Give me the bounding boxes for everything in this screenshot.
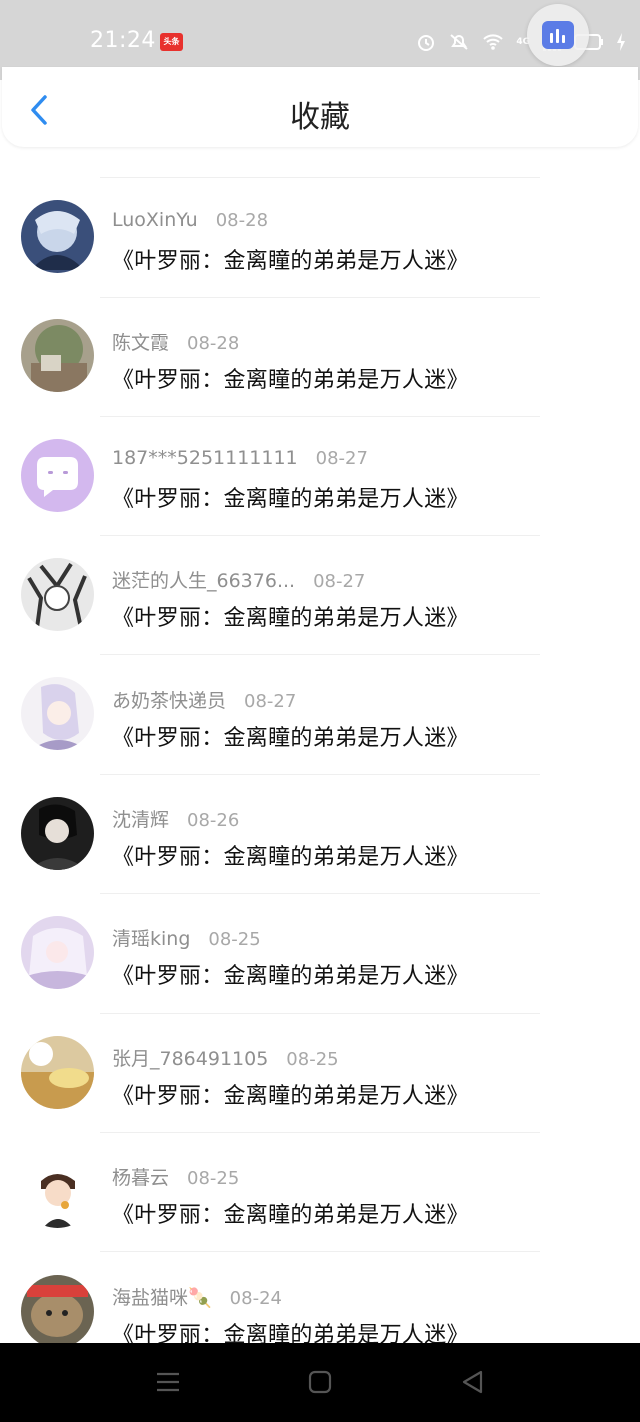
menu-button[interactable]	[154, 1369, 182, 1395]
date: 08-28	[215, 210, 269, 231]
date: 08-27	[313, 571, 366, 592]
avatar	[21, 319, 94, 392]
username: 187***5251111111	[112, 447, 298, 469]
book-title[interactable]: 《叶罗丽：金离瞳的弟弟是万人迷》	[112, 720, 469, 752]
book-title[interactable]: 《叶罗丽：金离瞳的弟弟是万人迷》	[112, 600, 469, 632]
list-item[interactable]: 杨暮云 08-25 《叶罗丽：金离瞳的弟弟是万人迷》	[0, 1133, 640, 1252]
book-title[interactable]: 《叶罗丽：金离瞳的弟弟是万人迷》	[112, 362, 469, 394]
date: 08-27	[315, 448, 368, 469]
username: 杨暮云	[112, 1167, 170, 1189]
book-title[interactable]: 《叶罗丽：金离瞳的弟弟是万人迷》	[112, 958, 469, 990]
back-triangle-icon	[462, 1370, 483, 1394]
book-title[interactable]: 《叶罗丽：金离瞳的弟弟是万人迷》	[112, 481, 469, 513]
avatar	[21, 1036, 94, 1109]
wifi-icon	[483, 34, 504, 50]
list-item[interactable]: 沈清辉 08-26 《叶罗丽：金离瞳的弟弟是万人迷》	[0, 775, 640, 894]
book-title[interactable]: 《叶罗丽：金离瞳的弟弟是万人迷》	[112, 1078, 469, 1110]
username: 清瑶king	[112, 928, 191, 950]
floating-assistant-button[interactable]	[527, 4, 589, 66]
avatar	[21, 916, 94, 989]
status-icons: 4G	[416, 28, 626, 56]
avatar	[21, 558, 94, 631]
username: 沈清辉	[112, 809, 170, 831]
favorites-list: LuoXinYu 08-28 《叶罗丽：金离瞳的弟弟是万人迷》 陈文霞 08-28 …	[0, 147, 640, 1343]
avatar	[21, 797, 94, 870]
list-item[interactable]: 陈文霞 08-28 《叶罗丽：金离瞳的弟弟是万人迷》	[0, 298, 640, 417]
status-time: 21:24	[90, 28, 156, 53]
date: 08-25	[286, 1049, 339, 1070]
charging-icon	[617, 33, 625, 51]
username: あ奶茶快递员	[112, 690, 227, 712]
header: 收藏	[2, 67, 638, 147]
list-item[interactable]: 迷茫的人生_66376... 08-27 《叶罗丽：金离瞳的弟弟是万人迷》	[0, 536, 640, 655]
alarm-icon	[418, 35, 435, 51]
mute-icon	[450, 34, 469, 50]
username: 迷茫的人生_66376...	[112, 570, 296, 592]
system-navigation-bar	[0, 1343, 640, 1422]
avatar	[21, 677, 94, 750]
username: 海盐猫咪🍡	[112, 1287, 212, 1309]
avatar	[21, 1155, 94, 1228]
username: 陈文霞	[112, 332, 170, 354]
date: 08-26	[187, 810, 240, 831]
book-title[interactable]: 《叶罗丽：金离瞳的弟弟是万人迷》	[112, 839, 469, 871]
list-item[interactable]: 张月_786491105 08-25 《叶罗丽：金离瞳的弟弟是万人迷》	[0, 1014, 640, 1133]
list-item[interactable]: LuoXinYu 08-28 《叶罗丽：金离瞳的弟弟是万人迷》	[0, 179, 640, 298]
menu-icon	[157, 1372, 179, 1392]
date: 08-27	[244, 691, 297, 712]
date: 08-24	[229, 1288, 282, 1309]
username: LuoXinYu	[112, 209, 198, 231]
system-back-button[interactable]	[459, 1369, 487, 1395]
list-item[interactable]: 187***5251111111 08-27 《叶罗丽：金离瞳的弟弟是万人迷》	[0, 417, 640, 536]
notification-badge: 头条	[160, 33, 183, 51]
home-button[interactable]	[306, 1369, 334, 1395]
avatar	[21, 200, 94, 273]
date: 08-25	[187, 1168, 240, 1189]
book-title[interactable]: 《叶罗丽：金离瞳的弟弟是万人迷》	[112, 1197, 469, 1229]
avatar	[21, 439, 94, 512]
book-title[interactable]: 《叶罗丽：金离瞳的弟弟是万人迷》	[112, 1317, 469, 1343]
home-icon	[308, 1370, 332, 1394]
list-item[interactable]: あ奶茶快递员 08-27 《叶罗丽：金离瞳的弟弟是万人迷》	[0, 656, 640, 775]
date: 08-25	[208, 929, 261, 950]
username: 张月_786491105	[112, 1048, 269, 1070]
date: 08-28	[187, 333, 240, 354]
assistant-icon	[542, 21, 574, 49]
book-title[interactable]: 《叶罗丽：金离瞳的弟弟是万人迷》	[112, 243, 469, 275]
list-item[interactable]: 海盐猫咪🍡 08-24 《叶罗丽：金离瞳的弟弟是万人迷》	[0, 1253, 640, 1343]
avatar	[21, 1275, 94, 1343]
list-item[interactable]: 清瑶king 08-25 《叶罗丽：金离瞳的弟弟是万人迷》	[0, 894, 640, 1013]
page-title: 收藏	[290, 100, 350, 135]
